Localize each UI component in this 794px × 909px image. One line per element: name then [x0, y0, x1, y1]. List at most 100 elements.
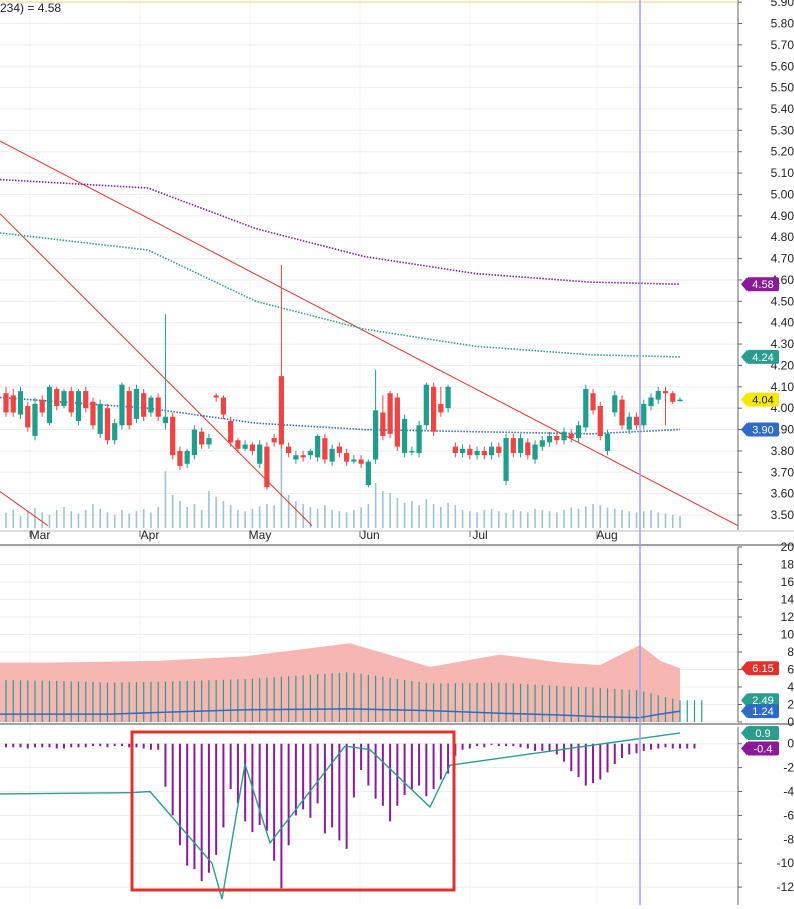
volume-bar: [77, 513, 80, 528]
candle-body: [213, 395, 219, 398]
volume-bar: [222, 501, 225, 528]
y-tick-label: 3.80: [771, 444, 794, 458]
volume-bar: [563, 510, 565, 528]
candle-body: [83, 391, 89, 409]
candle-body: [191, 429, 198, 456]
candle-body: [344, 453, 350, 462]
y-tick-label: 0: [787, 715, 794, 729]
volume-bar: [664, 513, 667, 528]
y-tick-label: 5.00: [771, 187, 794, 201]
month-label: Apr: [141, 528, 160, 542]
candle-body: [532, 444, 538, 460]
volume-bar: [671, 514, 674, 528]
volume-bar: [179, 501, 181, 528]
volume-bar: [193, 504, 196, 528]
volume-bar: [121, 510, 123, 528]
candle-body: [626, 416, 632, 430]
candle-body: [112, 423, 118, 441]
candle-body: [148, 397, 154, 413]
volume-bar: [171, 495, 174, 528]
candle-body: [619, 399, 625, 426]
y-tick-label: 6: [787, 663, 794, 677]
candle-body: [554, 435, 560, 441]
month-label: Aug: [596, 528, 617, 542]
y-tick-label: 16: [781, 575, 794, 589]
y-tick-label: 14: [781, 593, 794, 607]
volume-bar: [353, 510, 355, 528]
candle-body: [141, 393, 147, 417]
volume-bar: [418, 505, 420, 528]
candle-body: [206, 438, 212, 445]
volume-bar: [164, 471, 167, 528]
candle-body: [315, 435, 321, 458]
volume-bar: [621, 510, 623, 528]
volume-bar: [200, 510, 203, 528]
month-label: Jul: [472, 528, 487, 542]
candle-body: [278, 376, 285, 445]
candle-body: [575, 425, 582, 439]
y-tick-label: 5.70: [771, 38, 794, 52]
candle-body: [322, 438, 328, 460]
y-tick-label: -10: [777, 856, 794, 870]
candle-body: [10, 395, 16, 413]
candle-body: [604, 433, 611, 451]
candle-body: [423, 384, 429, 426]
volume-bar: [5, 513, 7, 528]
y-tick-label: 18: [781, 558, 794, 572]
candle-body: [416, 425, 422, 454]
volume-bar: [142, 508, 145, 528]
candle-body: [387, 393, 393, 434]
y-tick-label: 3.50: [771, 508, 794, 522]
volume-bar: [403, 502, 406, 528]
candle-body: [336, 446, 342, 454]
y-tick-label: 3.70: [771, 465, 794, 479]
volume-bar: [469, 511, 471, 528]
candle-body: [525, 442, 531, 456]
volume-bar: [34, 508, 36, 528]
candle-body: [293, 455, 299, 460]
stock-chart[interactable]: 5.90 5.80 5.70 5.60 5.50 5.40 5.30 5.20 5.10 5.00…: [0, 0, 794, 909]
volume-bar: [628, 511, 631, 528]
candle-body: [358, 459, 364, 464]
volume-bar: [679, 516, 681, 528]
candle-body: [452, 446, 458, 454]
volume-bar: [657, 512, 660, 528]
volume-bar: [476, 512, 478, 528]
candle-body: [546, 435, 553, 443]
candle-body: [32, 403, 38, 436]
volume-bar: [447, 502, 449, 528]
volume-bar: [48, 514, 51, 528]
volume-bar: [519, 511, 522, 528]
candle-body: [126, 391, 132, 426]
volume-bar: [570, 507, 573, 528]
volume-bar: [548, 511, 551, 528]
volume-bar: [150, 512, 152, 528]
candle-body: [17, 391, 24, 415]
volume-bar: [70, 511, 73, 528]
y-tick-label: 20: [781, 540, 794, 554]
y-tick-label: 4.80: [771, 230, 794, 244]
volume-bar: [411, 501, 413, 528]
month-label: Mar: [30, 528, 51, 542]
candle-body: [25, 406, 31, 428]
volume-bar: [338, 511, 341, 528]
y-tick-label: -2: [783, 761, 794, 775]
y-tick-label: -8: [783, 832, 794, 846]
value-badge-label: 4.04: [752, 395, 773, 407]
candle-body: [474, 450, 480, 456]
volume-bar: [113, 514, 116, 528]
volume-bar: [99, 508, 102, 528]
candle-body: [104, 408, 111, 441]
candle-body: [184, 450, 190, 464]
candle-body: [445, 386, 451, 409]
volume-bar: [84, 510, 87, 528]
candle-body: [401, 418, 408, 454]
candle-body: [90, 401, 96, 426]
candle-body: [271, 438, 277, 443]
value-badge-label: 4.58: [752, 279, 773, 291]
volume-bar: [244, 511, 246, 528]
candle-body: [39, 399, 45, 413]
volume-bar: [92, 504, 94, 528]
candle-body: [170, 416, 176, 456]
y-tick-label: 4.40: [771, 316, 794, 330]
